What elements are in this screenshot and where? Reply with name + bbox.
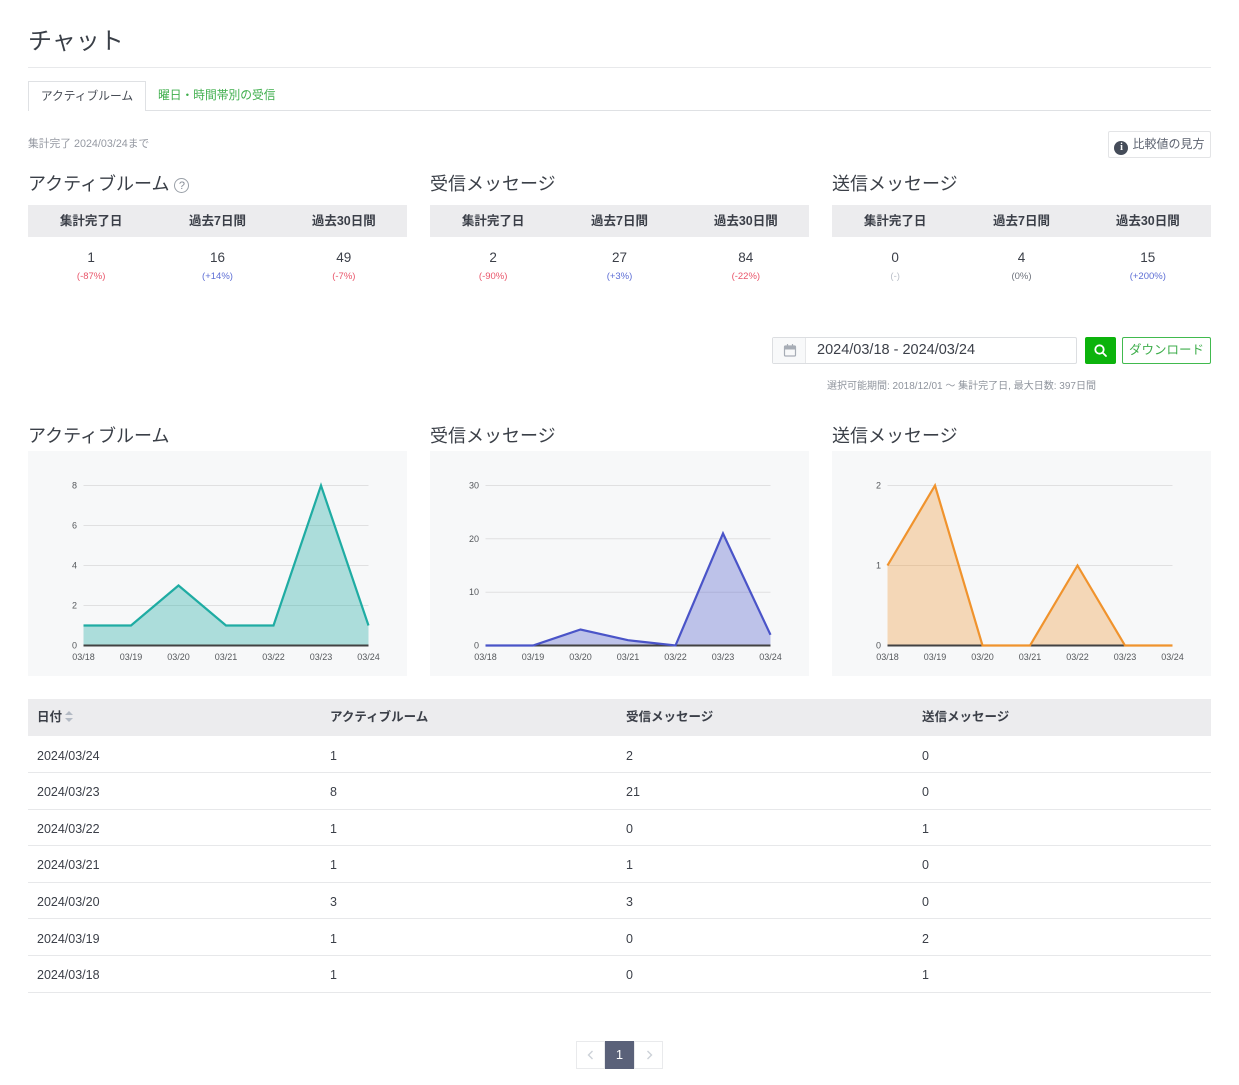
svg-text:03/21: 03/21 bbox=[215, 652, 238, 662]
svg-text:2: 2 bbox=[876, 481, 881, 491]
svg-text:0: 0 bbox=[474, 641, 479, 651]
svg-text:03/22: 03/22 bbox=[262, 652, 285, 662]
svg-text:03/22: 03/22 bbox=[1066, 652, 1089, 662]
svg-text:03/20: 03/20 bbox=[569, 652, 592, 662]
svg-text:03/18: 03/18 bbox=[72, 652, 95, 662]
svg-text:03/19: 03/19 bbox=[120, 652, 143, 662]
svg-text:1: 1 bbox=[876, 561, 881, 571]
svg-text:03/21: 03/21 bbox=[1019, 652, 1042, 662]
svg-text:30: 30 bbox=[469, 481, 479, 491]
svg-text:03/21: 03/21 bbox=[617, 652, 640, 662]
svg-text:20: 20 bbox=[469, 534, 479, 544]
svg-text:03/18: 03/18 bbox=[876, 652, 899, 662]
svg-text:03/24: 03/24 bbox=[759, 652, 782, 662]
svg-text:8: 8 bbox=[72, 481, 77, 491]
svg-text:03/18: 03/18 bbox=[474, 652, 497, 662]
svg-text:03/19: 03/19 bbox=[924, 652, 947, 662]
svg-text:03/22: 03/22 bbox=[664, 652, 687, 662]
svg-text:03/19: 03/19 bbox=[522, 652, 545, 662]
svg-text:0: 0 bbox=[72, 641, 77, 651]
svg-text:4: 4 bbox=[72, 561, 77, 571]
svg-text:03/23: 03/23 bbox=[310, 652, 333, 662]
svg-text:0: 0 bbox=[876, 641, 881, 651]
svg-text:03/24: 03/24 bbox=[357, 652, 380, 662]
svg-text:03/23: 03/23 bbox=[712, 652, 735, 662]
svg-text:2: 2 bbox=[72, 601, 77, 611]
svg-text:03/20: 03/20 bbox=[167, 652, 190, 662]
svg-text:6: 6 bbox=[72, 521, 77, 531]
svg-text:03/24: 03/24 bbox=[1161, 652, 1184, 662]
svg-text:03/20: 03/20 bbox=[971, 652, 994, 662]
svg-text:10: 10 bbox=[469, 587, 479, 597]
svg-text:03/23: 03/23 bbox=[1114, 652, 1137, 662]
